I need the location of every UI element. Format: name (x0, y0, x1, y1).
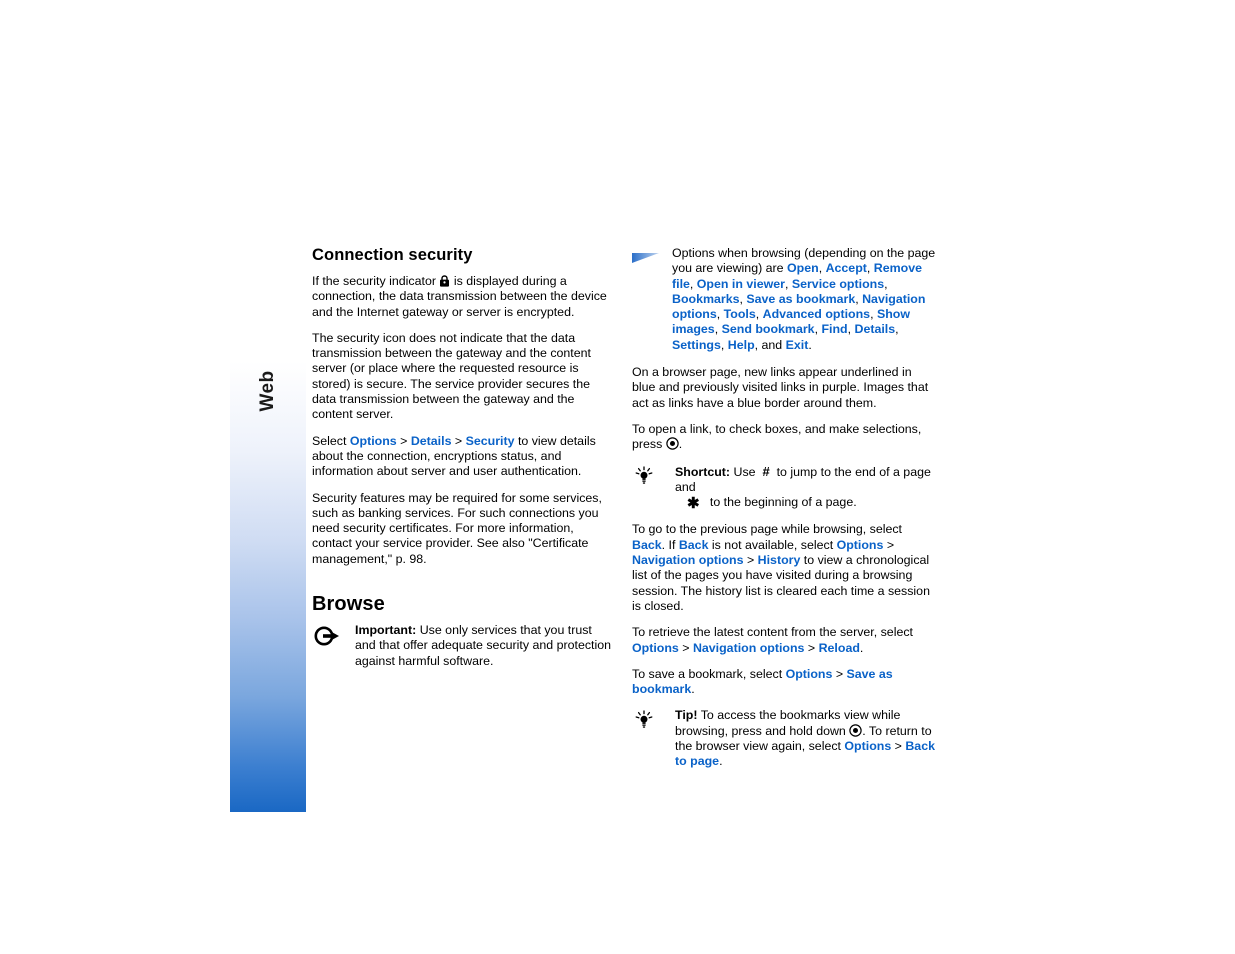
paragraph-reload: To retrieve the latest content from the … (632, 625, 937, 656)
paragraph-previous-page: To go to the previous page while browsin… (632, 522, 937, 614)
link-options[interactable]: Options (844, 739, 891, 753)
para-text: . If (661, 537, 679, 552)
note-text: Options when browsing (depending on the … (672, 246, 936, 352)
tip-text: Tip! To access the bookmarks view while … (675, 708, 937, 769)
separator: > (804, 640, 819, 655)
paragraph-open-link: To open a link, to check boxes, and make… (632, 422, 937, 453)
shortcut-callout: Shortcut: Use # to jump to the end of a … (632, 464, 937, 512)
shortcut-a: Use (730, 464, 759, 479)
note-conjunction: , and (754, 337, 786, 352)
scroll-key-icon (666, 437, 679, 450)
para-text: To save a bookmark, select (632, 666, 786, 681)
link-back-2[interactable]: Back (679, 538, 709, 552)
para-text: To go to the previous page while browsin… (632, 522, 902, 537)
link-security[interactable]: Security (466, 434, 515, 448)
separator: > (883, 537, 895, 552)
important-arrow-icon (314, 626, 350, 648)
tip-c: . (719, 754, 723, 769)
page-number: 72 (270, 873, 296, 899)
tip-lead: Tip! (675, 708, 698, 723)
padlock-icon (439, 275, 450, 287)
link-tools[interactable]: Tools (724, 307, 756, 321)
paragraph-security-icon-meaning: The security icon does not indicate that… (312, 330, 591, 422)
link-open[interactable]: Open (787, 261, 819, 275)
para-text-cont: . (678, 437, 683, 452)
important-text: Important: Use only services that you tr… (355, 623, 614, 669)
link-send-bookmark[interactable]: Send bookmark (722, 322, 815, 336)
link-navigation-options[interactable]: Navigation options (693, 641, 805, 655)
link-options[interactable]: Options (786, 667, 833, 681)
paragraph-save-bookmark: To save a bookmark, select Options > Sav… (632, 667, 937, 698)
note-period: . (808, 337, 812, 352)
hash-key-icon: # (762, 463, 770, 479)
link-back[interactable]: Back (632, 538, 662, 552)
link-options[interactable]: Options (632, 641, 679, 655)
link-accept[interactable]: Accept (826, 261, 867, 275)
link-options[interactable]: Options (837, 538, 884, 552)
note-callout: Options when browsing (depending on the … (632, 246, 937, 353)
separator: > (451, 433, 466, 448)
paragraph-security-indicator: If the security indicator is displayed d… (312, 274, 614, 320)
section-title-browse: Browse (312, 593, 385, 616)
link-details[interactable]: Details (855, 322, 896, 336)
link-advanced-options[interactable]: Advanced options (763, 307, 870, 321)
link-find[interactable]: Find (821, 322, 847, 336)
separator: > (832, 666, 847, 681)
link-service-options[interactable]: Service options (792, 277, 884, 291)
link-options[interactable]: Options (350, 434, 397, 448)
separator: > (678, 640, 693, 655)
link-save-as-bookmark[interactable]: Save as bookmark (746, 292, 855, 306)
link-exit[interactable]: Exit (786, 338, 809, 352)
shortcut-lead: Shortcut: (675, 464, 731, 479)
shortcut-text: Shortcut: Use # to jump to the end of a … (675, 464, 937, 512)
left-text-column: Connection security If the security indi… (312, 246, 614, 680)
link-details[interactable]: Details (411, 434, 452, 448)
para-text: To retrieve the latest content from the … (632, 625, 913, 640)
paragraph-security-features: Security features may be required for so… (312, 490, 602, 566)
link-history[interactable]: History (758, 553, 801, 567)
chapter-side-tab: Web 72 (230, 168, 306, 899)
paragraph-select-options-details-security: Select Options > Details > Security to v… (312, 434, 614, 480)
document-page: Web 72 Connection security If the securi… (0, 0, 1235, 954)
chapter-label: Web (257, 370, 278, 412)
paragraph-link-colors: On a browser page, new links appear unde… (632, 365, 929, 410)
link-bookmarks[interactable]: Bookmarks (672, 292, 740, 306)
link-navigation-options[interactable]: Navigation options (632, 553, 744, 567)
separator: > (396, 433, 411, 448)
section-title-connection-security: Connection security (312, 246, 473, 264)
para-text: Select (312, 433, 350, 448)
separator: > (891, 739, 906, 754)
important-lead: Important: (355, 623, 417, 638)
link-settings[interactable]: Settings (672, 338, 721, 352)
para-text: is not available, select (708, 537, 837, 552)
important-callout: Important: Use only services that you tr… (312, 623, 614, 669)
lightbulb-icon (634, 710, 670, 732)
para-text-cont: . (691, 682, 695, 697)
link-reload[interactable]: Reload (819, 641, 860, 655)
shortcut-c: to the beginning of a page. (706, 495, 857, 510)
shortcut-second-line: ✱ to the beginning of a page. (675, 495, 937, 511)
scroll-key-icon (849, 724, 862, 737)
star-key-icon: ✱ (687, 495, 700, 513)
note-triangle-icon (632, 251, 668, 273)
link-open-in-viewer[interactable]: Open in viewer (697, 277, 785, 291)
para-text-cont: . (859, 640, 864, 655)
tip-callout: Tip! To access the bookmarks view while … (632, 708, 937, 769)
right-text-column: Options when browsing (depending on the … (632, 246, 937, 781)
link-help[interactable]: Help (728, 338, 755, 352)
para-text: If the security indicator (312, 274, 440, 288)
lightbulb-icon (634, 465, 670, 488)
separator: > (743, 553, 758, 568)
